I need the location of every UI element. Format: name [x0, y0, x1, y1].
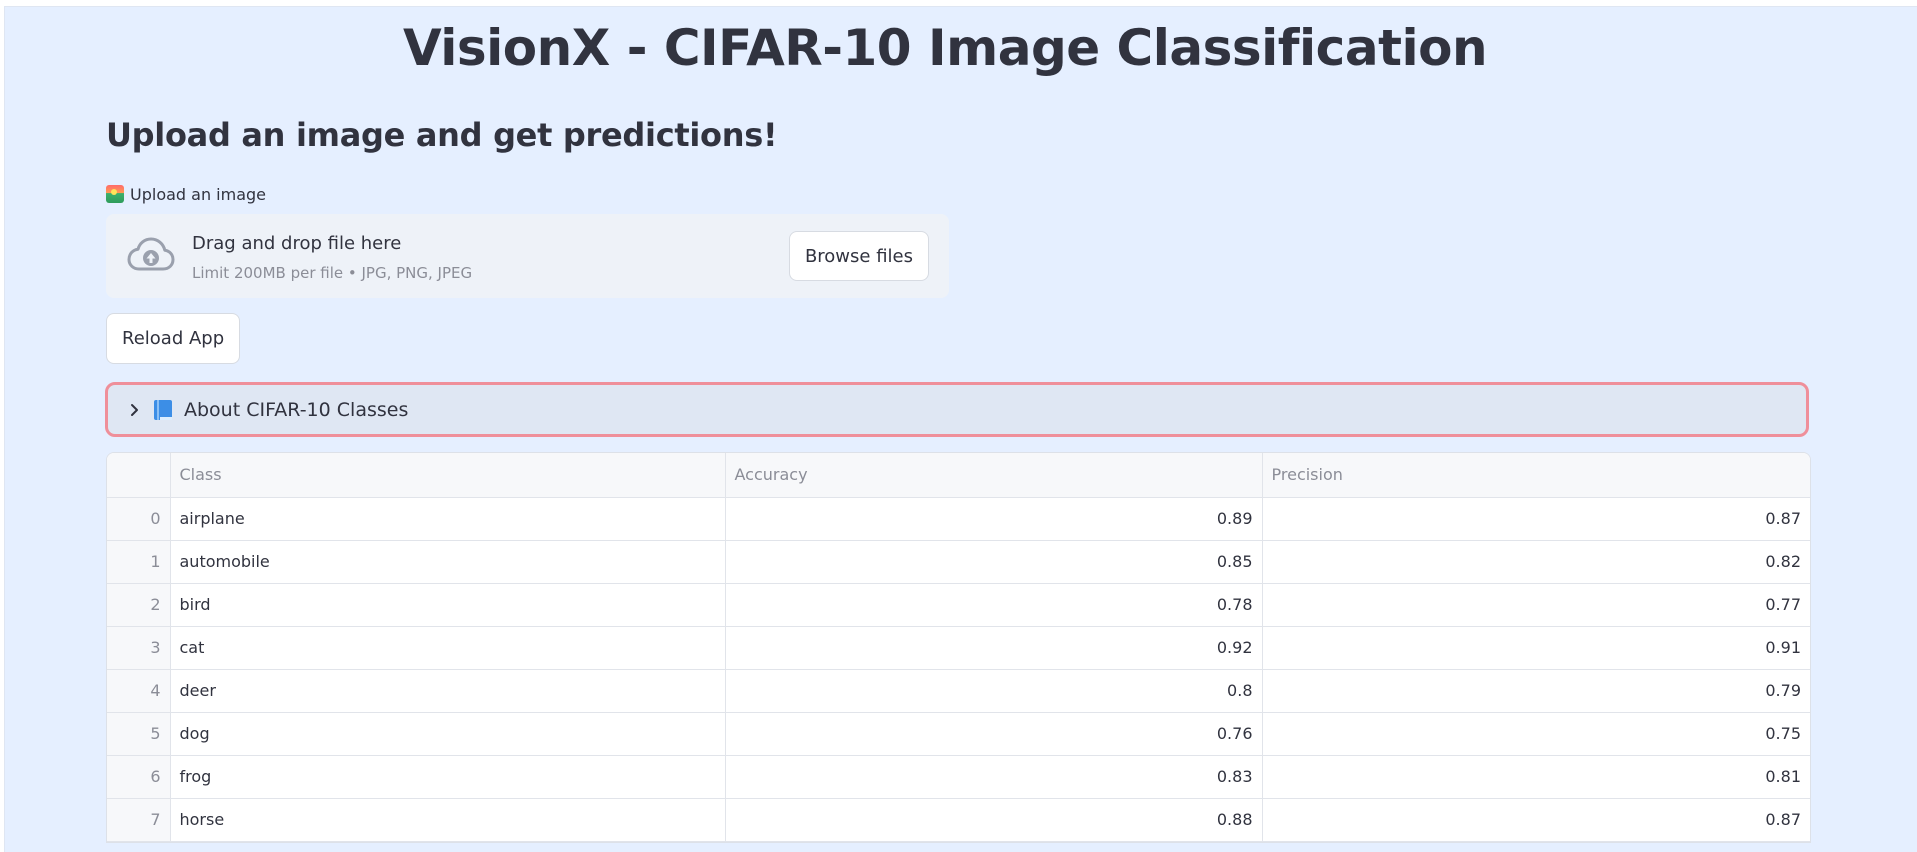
table-row[interactable]: 5 dog 0.76 0.75 — [107, 712, 1810, 756]
class-cell[interactable]: automobile — [170, 540, 726, 584]
file-dropzone[interactable]: Drag and drop file here Limit 200MB per … — [106, 214, 949, 298]
precision-cell[interactable]: 0.79 — [1262, 669, 1810, 713]
precision-cell[interactable]: 0.91 — [1262, 626, 1810, 670]
class-cell[interactable]: dog — [170, 712, 726, 756]
dropzone-limit-text: Limit 200MB per file • JPG, PNG, JPEG — [192, 264, 473, 282]
row-index: 7 — [107, 798, 171, 842]
table-row[interactable]: 4 deer 0.8 0.79 — [107, 669, 1810, 713]
upload-label: Upload an image — [106, 183, 266, 205]
precision-cell[interactable]: 0.82 — [1262, 540, 1810, 584]
row-index: 0 — [107, 497, 171, 541]
page-subtitle: Upload an image and get predictions! — [106, 116, 778, 154]
table-row[interactable]: 6 frog 0.83 0.81 — [107, 755, 1810, 799]
cloud-upload-icon — [127, 237, 175, 271]
class-cell[interactable]: bird — [170, 583, 726, 627]
accuracy-cell[interactable]: 0.78 — [725, 583, 1263, 627]
row-index: 5 — [107, 712, 171, 756]
table-header-class[interactable]: Class — [170, 453, 726, 498]
class-cell[interactable]: frog — [170, 755, 726, 799]
row-index: 1 — [107, 540, 171, 584]
app-container: VisionX - CIFAR-10 Image Classification … — [4, 6, 1917, 852]
class-cell[interactable]: airplane — [170, 497, 726, 541]
table-row[interactable]: 7 horse 0.88 0.87 — [107, 798, 1810, 842]
upload-label-text: Upload an image — [130, 184, 267, 204]
table-row[interactable]: 3 cat 0.92 0.91 — [107, 626, 1810, 670]
precision-cell[interactable]: 0.87 — [1262, 798, 1810, 842]
precision-cell[interactable]: 0.77 — [1262, 583, 1810, 627]
accuracy-cell[interactable]: 0.92 — [725, 626, 1263, 670]
row-index: 2 — [107, 583, 171, 627]
accuracy-cell[interactable]: 0.8 — [725, 669, 1263, 713]
about-classes-expander[interactable]: About CIFAR-10 Classes — [105, 382, 1809, 437]
dropzone-title: Drag and drop file here — [192, 233, 402, 254]
browse-files-button[interactable]: Browse files — [788, 231, 929, 281]
table-header-index — [107, 453, 171, 498]
framed-picture-icon — [106, 185, 124, 203]
table-header-precision[interactable]: Precision — [1262, 453, 1810, 498]
row-index: 6 — [107, 755, 171, 799]
table-header-accuracy[interactable]: Accuracy — [725, 453, 1263, 498]
precision-cell[interactable]: 0.87 — [1262, 497, 1810, 541]
table-row[interactable]: 1 automobile 0.85 0.82 — [107, 540, 1810, 584]
class-cell[interactable]: cat — [170, 626, 726, 670]
precision-cell[interactable]: 0.81 — [1262, 755, 1810, 799]
table-row[interactable]: 0 airplane 0.89 0.87 — [107, 497, 1810, 541]
table-row[interactable]: 2 bird 0.78 0.77 — [107, 583, 1810, 627]
blue-book-icon — [154, 399, 172, 420]
chevron-right-icon — [128, 403, 142, 417]
accuracy-cell[interactable]: 0.83 — [725, 755, 1263, 799]
row-index: 4 — [107, 669, 171, 713]
table-header-row: Class Accuracy Precision — [107, 453, 1810, 498]
class-cell[interactable]: horse — [170, 798, 726, 842]
precision-cell[interactable]: 0.75 — [1262, 712, 1810, 756]
page-title: VisionX - CIFAR-10 Image Classification — [402, 19, 1488, 77]
accuracy-cell[interactable]: 0.76 — [725, 712, 1263, 756]
accuracy-cell[interactable]: 0.88 — [725, 798, 1263, 842]
accuracy-cell[interactable]: 0.89 — [725, 497, 1263, 541]
metrics-table[interactable]: Class Accuracy Precision 0 airplane 0.89… — [106, 452, 1811, 843]
accuracy-cell[interactable]: 0.85 — [725, 540, 1263, 584]
row-index: 3 — [107, 626, 171, 670]
expander-label: About CIFAR-10 Classes — [184, 398, 409, 421]
reload-app-button[interactable]: Reload App — [106, 313, 241, 364]
class-cell[interactable]: deer — [170, 669, 726, 713]
